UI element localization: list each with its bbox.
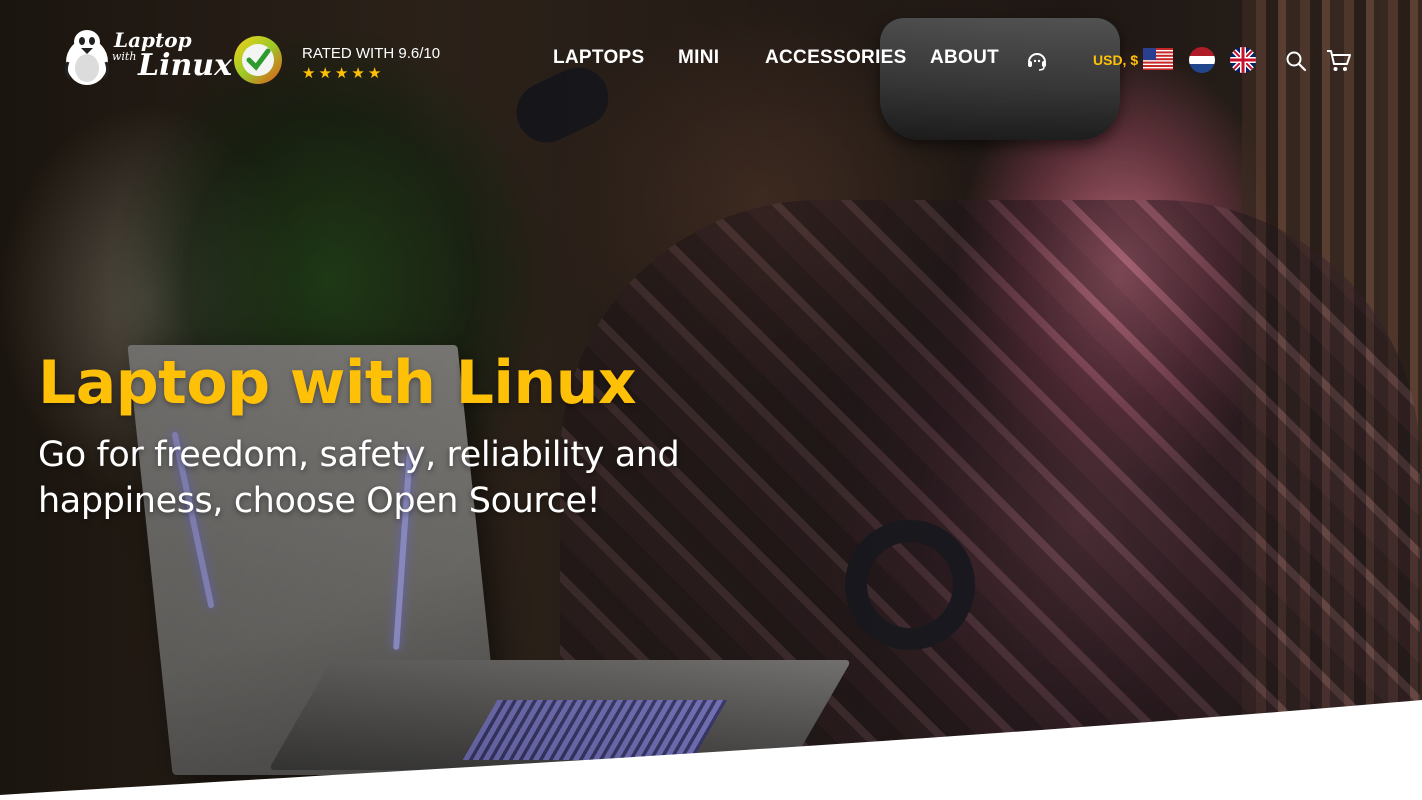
nav-item-about[interactable]: ABOUT xyxy=(930,47,999,69)
hero-subtitle: Go for freedom, safety, reliability and … xyxy=(38,432,738,524)
currency-selector[interactable]: USD, $ xyxy=(1093,52,1138,68)
rating-label: RATED WITH 9.6/10 xyxy=(302,45,441,62)
star-icon: ★ xyxy=(334,65,349,82)
star-icon: ★ xyxy=(302,65,316,82)
hero-title: Laptop with Linux xyxy=(38,348,637,418)
nav-item-laptops[interactable]: LAPTOPS xyxy=(553,47,645,69)
search-icon[interactable] xyxy=(1285,50,1307,72)
star-icon: ★ xyxy=(367,65,382,82)
cart-icon[interactable] xyxy=(1326,49,1352,73)
star-icon: ★ xyxy=(351,65,365,82)
logo-text-linux: Linux xyxy=(138,48,232,83)
rating-stars: ★ ★ ★ ★ ★ xyxy=(302,64,384,83)
rating-badge-icon xyxy=(234,36,282,84)
nav-item-accessories[interactable]: ACCESSORIES xyxy=(765,47,907,69)
nav-item-mini[interactable]: MINI xyxy=(678,47,719,69)
support-headset-icon[interactable] xyxy=(1026,50,1048,72)
flag-us-icon[interactable] xyxy=(1143,48,1173,70)
tux-penguin-icon xyxy=(64,30,110,85)
hero-subtitle-line1: Go for freedom, safety, reliability and xyxy=(38,435,680,475)
flag-uk-icon[interactable] xyxy=(1230,47,1256,73)
logo-text-with: with xyxy=(112,50,137,63)
hero-subtitle-line2: happiness, choose Open Source! xyxy=(38,481,601,521)
flag-nl-icon[interactable] xyxy=(1189,47,1215,73)
star-icon: ★ xyxy=(318,65,332,82)
site-logo[interactable]: Laptop with Linux xyxy=(62,26,232,90)
